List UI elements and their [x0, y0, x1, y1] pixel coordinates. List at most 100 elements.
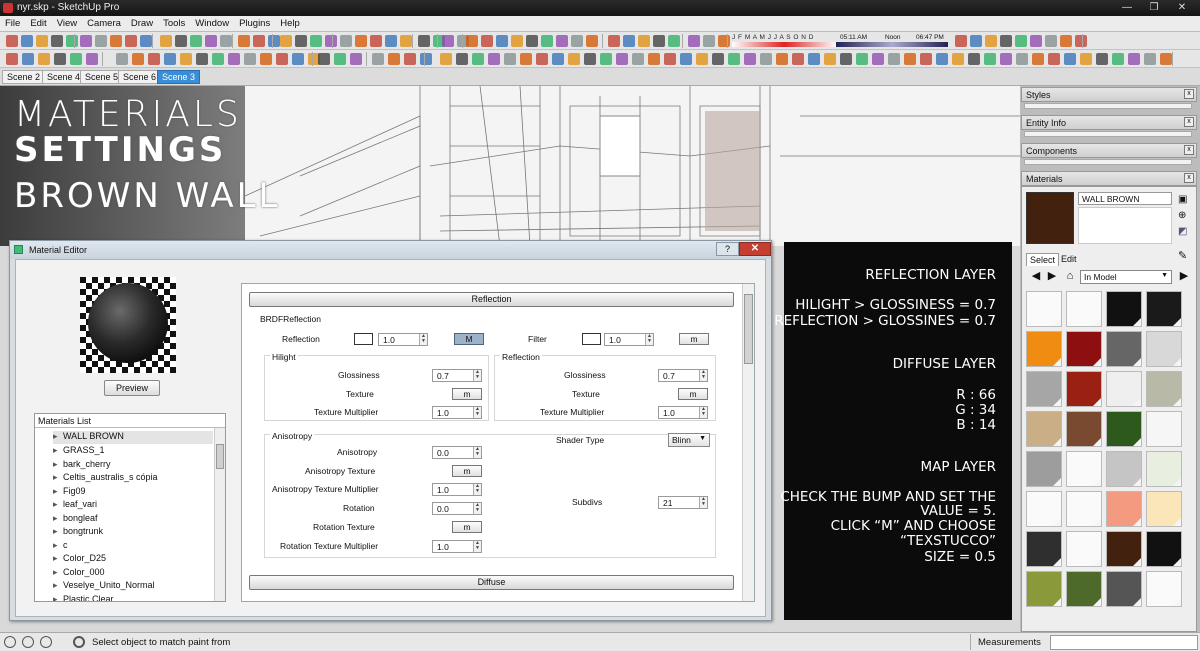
list-item[interactable]: ▸ Color_D25 — [53, 553, 106, 566]
material-swatch[interactable] — [1026, 491, 1062, 527]
close-icon[interactable]: x — [1184, 145, 1194, 155]
toolbar-tool-icon[interactable] — [496, 35, 508, 47]
refl-texture-button[interactable]: m — [678, 388, 708, 400]
maximize-button[interactable]: ❐ — [1144, 1, 1164, 14]
reflection-map-button[interactable]: M — [454, 333, 484, 345]
toolbar-tool-icon[interactable] — [1048, 53, 1060, 65]
list-item[interactable]: ▸ bongleaf — [53, 513, 98, 526]
material-swatch[interactable] — [1146, 571, 1182, 607]
close-window-button[interactable]: ✕ — [1172, 1, 1192, 14]
toolbar-tool-icon[interactable] — [440, 53, 452, 65]
toolbar-tool-icon[interactable] — [1112, 53, 1124, 65]
spinner-arrows-icon[interactable]: ▲ ▼ — [699, 370, 707, 381]
material-swatch[interactable] — [1026, 451, 1062, 487]
material-swatch[interactable] — [1106, 571, 1142, 607]
toolbar-tool-icon[interactable] — [703, 35, 715, 47]
scrollbar-thumb[interactable] — [744, 294, 753, 364]
toolbar-tool-icon[interactable] — [404, 53, 416, 65]
toolbar-tool-icon[interactable] — [968, 53, 980, 65]
material-swatch[interactable] — [1146, 411, 1182, 447]
toolbar-tool-icon[interactable] — [372, 53, 384, 65]
toolbar-tool-icon[interactable] — [571, 35, 583, 47]
expand-arrow-icon[interactable]: ▸ — [53, 499, 63, 510]
list-item[interactable]: ▸ c — [53, 540, 68, 553]
toolbar-tool-icon[interactable] — [632, 53, 644, 65]
toolbar-tool-icon[interactable] — [688, 35, 700, 47]
close-icon[interactable]: x — [1184, 89, 1194, 99]
material-swatch[interactable] — [1146, 531, 1182, 567]
hilight-texture-button[interactable]: m — [452, 388, 482, 400]
toolbar-tool-icon[interactable] — [1000, 53, 1012, 65]
hilight-texture-multiplier-field[interactable]: 1.0 ▲ ▼ — [432, 406, 482, 419]
toolbar-tool-icon[interactable] — [253, 35, 265, 47]
reflection-color-swatch[interactable] — [354, 333, 373, 345]
scene-tab-2[interactable]: Scene 2 — [2, 70, 46, 84]
collection-dropdown[interactable]: In Model ▼ — [1080, 270, 1172, 284]
toolbar-tool-icon[interactable] — [388, 53, 400, 65]
toolbar-tool-icon[interactable] — [196, 53, 208, 65]
toolbar-tool-icon[interactable] — [608, 35, 620, 47]
toolbar-tool-icon[interactable] — [664, 53, 676, 65]
toolbar-tool-icon[interactable] — [260, 53, 272, 65]
toolbar-tool-icon[interactable] — [1032, 53, 1044, 65]
close-editor-button[interactable]: ✕ — [739, 242, 771, 256]
scene-tab-4[interactable]: Scene 4 — [42, 70, 86, 84]
toolbar-tool-icon[interactable] — [776, 53, 788, 65]
refl-texture-multiplier-field[interactable]: 1.0 ▲ ▼ — [658, 406, 708, 419]
shader-type-dropdown[interactable]: Blinn ▼ — [668, 433, 710, 447]
toolbar-tool-icon[interactable] — [1075, 35, 1087, 47]
toolbar-tool-icon[interactable] — [164, 53, 176, 65]
material-swatch[interactable] — [1106, 291, 1142, 327]
toolbar-tool-icon[interactable] — [276, 53, 288, 65]
toolbar-tool-icon[interactable] — [511, 35, 523, 47]
toolbar-tool-icon[interactable] — [1064, 53, 1076, 65]
toolbar-tool-icon[interactable] — [840, 53, 852, 65]
material-swatch[interactable] — [1146, 451, 1182, 487]
material-swatch[interactable] — [1066, 331, 1102, 367]
toolbar-tool-icon[interactable] — [718, 35, 730, 47]
filter-color-swatch[interactable] — [582, 333, 601, 345]
toolbar-tool-icon[interactable] — [1030, 35, 1042, 47]
hilight-glossiness-field[interactable]: 0.7 ▲ ▼ — [432, 369, 482, 382]
toolbar-tool-icon[interactable] — [190, 35, 202, 47]
toolbar-tool-icon[interactable] — [792, 53, 804, 65]
material-swatch[interactable] — [1026, 371, 1062, 407]
list-item[interactable]: ▸ Color_000 — [53, 567, 105, 580]
toolbar-tool-icon[interactable] — [856, 53, 868, 65]
toolbar-tool-icon[interactable] — [310, 35, 322, 47]
toolbar-tool-icon[interactable] — [51, 35, 63, 47]
expand-arrow-icon[interactable]: ▸ — [53, 526, 63, 537]
rotation-texture-button[interactable]: m — [452, 521, 482, 533]
toolbar-tool-icon[interactable] — [334, 53, 346, 65]
list-item[interactable]: ▸ Plastic Clear — [53, 594, 114, 601]
expand-arrow-icon[interactable]: ▸ — [53, 513, 63, 524]
material-swatch[interactable] — [1026, 291, 1062, 327]
list-item[interactable]: ▸ leaf_vari — [53, 499, 97, 512]
toolbar-tool-icon[interactable] — [6, 53, 18, 65]
toolbar-tool-icon[interactable] — [696, 53, 708, 65]
toolbar-tool-icon[interactable] — [984, 53, 996, 65]
material-swatch[interactable] — [1106, 451, 1142, 487]
tab-select[interactable]: Select — [1026, 253, 1060, 266]
shadow-month-slider[interactable]: J F M A M J J A S O N D — [732, 34, 837, 48]
material-swatch[interactable] — [1026, 331, 1062, 367]
toolbar-tool-icon[interactable] — [623, 35, 635, 47]
toolbar-tool-icon[interactable] — [21, 35, 33, 47]
anisotropy-texture-button[interactable]: m — [452, 465, 482, 477]
toolbar-tool-icon[interactable] — [466, 35, 478, 47]
toolbar-tool-icon[interactable] — [824, 53, 836, 65]
toolbar-tool-icon[interactable] — [418, 35, 430, 47]
toolbar-tool-icon[interactable] — [70, 53, 82, 65]
material-swatch[interactable] — [1066, 451, 1102, 487]
toolbar-tool-icon[interactable] — [728, 53, 740, 65]
toolbar-tool-icon[interactable] — [536, 53, 548, 65]
details-arrow-icon[interactable]: ▶ — [1178, 271, 1190, 283]
credits-icon[interactable] — [22, 636, 34, 648]
toolbar-tool-icon[interactable] — [6, 35, 18, 47]
display-secondary-icon[interactable]: ▣ — [1178, 194, 1187, 205]
material-name-field[interactable]: WALL BROWN — [1078, 192, 1172, 205]
material-swatch[interactable] — [1026, 571, 1062, 607]
toolbar-tool-icon[interactable] — [228, 53, 240, 65]
list-item[interactable]: ▸ WALL BROWN — [53, 431, 213, 444]
list-item[interactable]: ▸ bark_cherry — [53, 459, 111, 472]
